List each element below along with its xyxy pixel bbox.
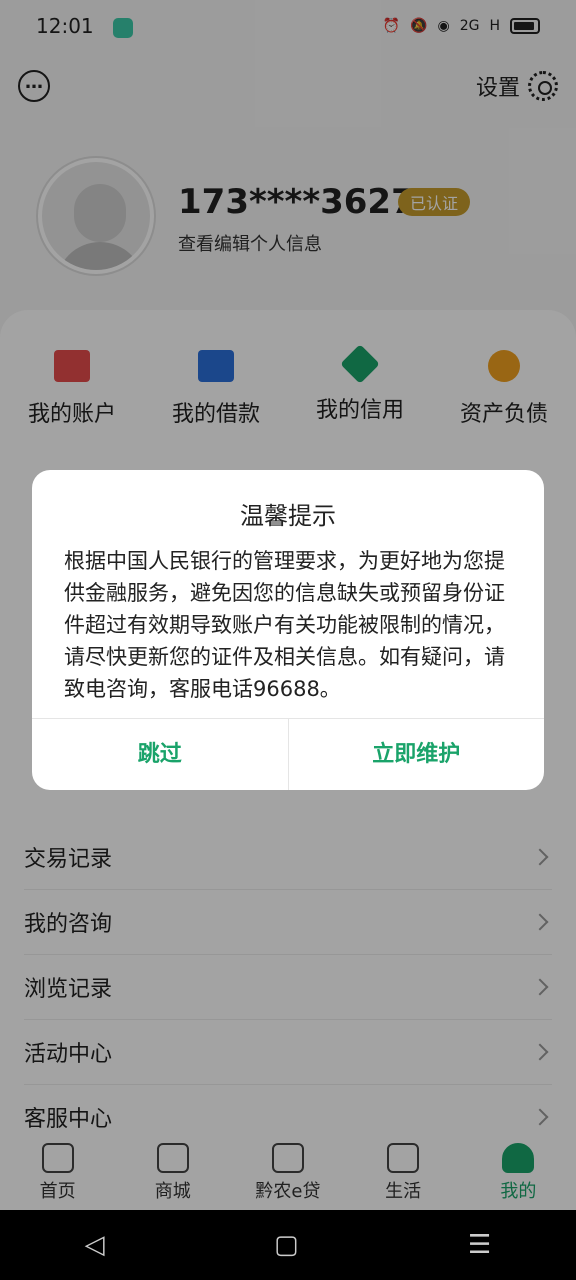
back-icon[interactable]: ◁ [85, 1230, 105, 1260]
dialog-title: 温馨提示 [240, 502, 336, 530]
dialog-buttons: 跳过 立即维护 [32, 718, 544, 790]
home-nav-icon[interactable]: ▢ [274, 1230, 299, 1260]
dialog-message: 根据中国人民银行的管理要求，为更好地为您提供金融服务，避免因您的信息缺失或预留身… [64, 549, 505, 701]
reminder-dialog: 温馨提示 根据中国人民银行的管理要求，为更好地为您提供金融服务，避免因您的信息缺… [32, 470, 544, 790]
skip-button[interactable]: 跳过 [32, 719, 289, 790]
maintain-now-button[interactable]: 立即维护 [289, 719, 545, 790]
system-nav-bar: ◁ ▢ ☰ [0, 1210, 576, 1280]
menu-nav-icon[interactable]: ☰ [468, 1230, 491, 1260]
